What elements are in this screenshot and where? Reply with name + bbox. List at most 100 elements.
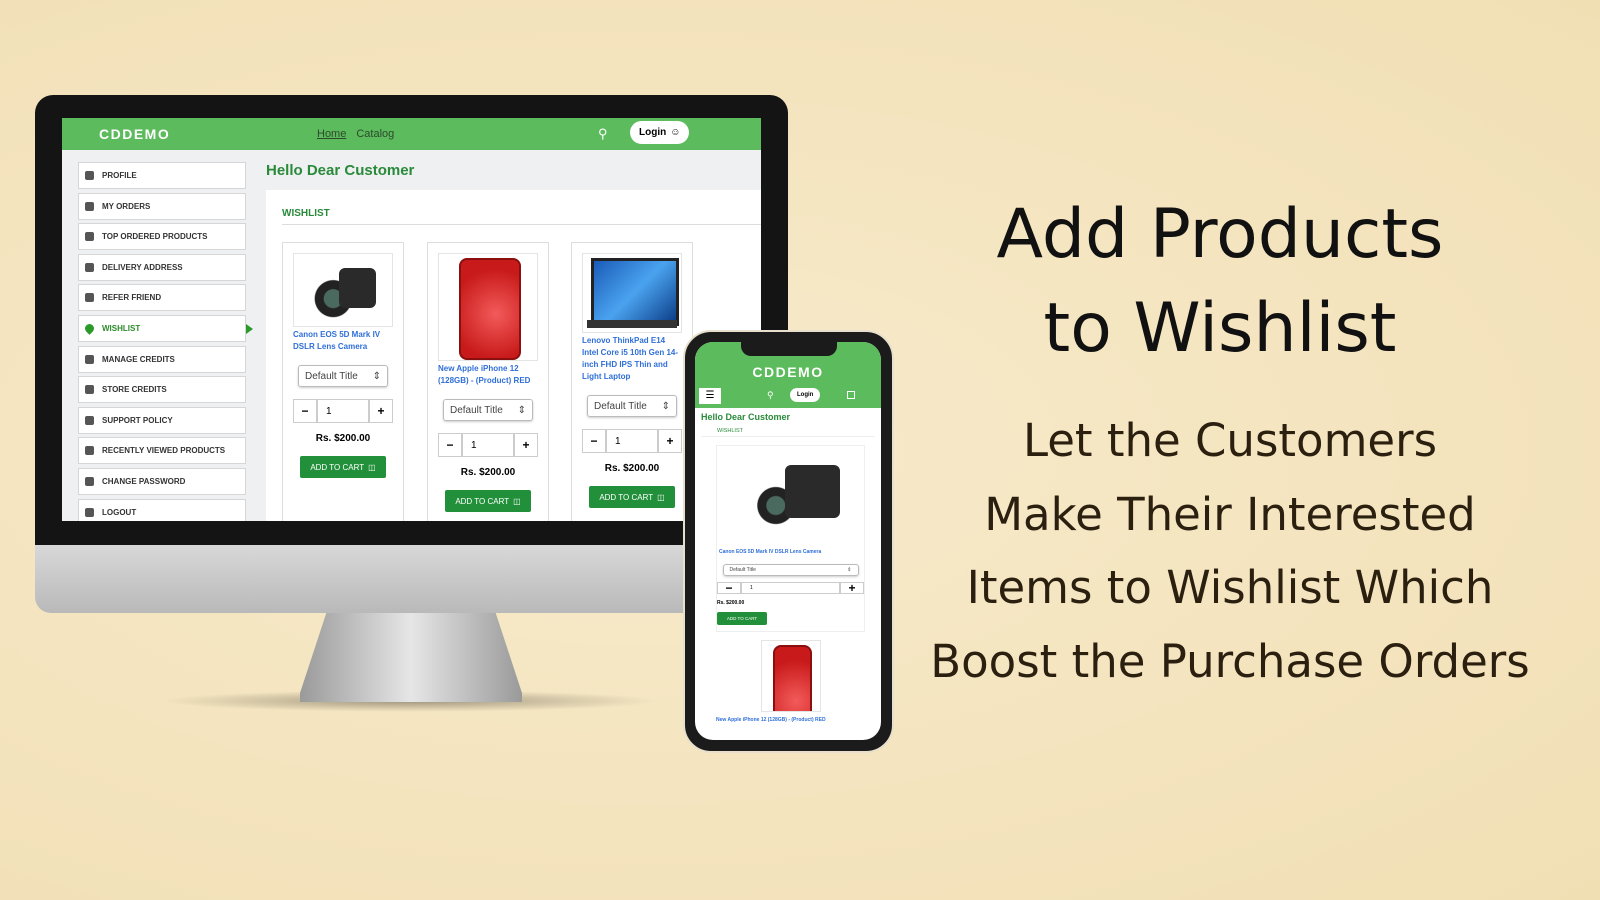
- hamburger-menu-icon[interactable]: ☰: [699, 388, 721, 404]
- desktop-store-screen: CDDEMO HomeCatalog ⚲ Login☺ 2 PROFILEMY …: [62, 118, 761, 521]
- add-to-cart-label: ADD TO CART: [455, 496, 510, 506]
- document-icon: [85, 201, 94, 211]
- qty-input[interactable]: 1: [462, 433, 514, 457]
- product-price: Rs. $200.00: [460, 467, 516, 478]
- mobile-product-card: New Apple iPhone 12 (128GB) - (Product) …: [716, 640, 865, 732]
- qty-input[interactable]: 1: [741, 582, 840, 594]
- mobile-product-card: Canon EOS 5D Mark IV DSLR Lens Camera De…: [716, 445, 865, 632]
- divider: [282, 224, 761, 225]
- user-plus-icon: [85, 293, 94, 303]
- subheadline-line: Let the Customers: [1022, 414, 1438, 467]
- sidebar-item-label: WISHLIST: [102, 323, 141, 333]
- variant-select[interactable]: Default Title ⇕: [587, 395, 677, 417]
- sidebar-item-profile[interactable]: PROFILE: [78, 162, 246, 189]
- variant-select[interactable]: Default Title ⇕: [443, 399, 533, 421]
- mobile-store-screen: CDDEMO ☰ ⚲ Login Hello Dear Customer WIS…: [695, 342, 881, 740]
- brand-logo[interactable]: CDDEMO: [99, 126, 170, 142]
- product-name-link[interactable]: Canon EOS 5D Mark IV DSLR Lens Camera: [717, 544, 864, 560]
- cart-icon[interactable]: [847, 391, 855, 399]
- sidebar-item-label: STORE CREDITS: [102, 385, 167, 395]
- monitor-chin: [35, 545, 788, 613]
- variant-value: Default Title: [729, 567, 756, 573]
- add-to-cart-button[interactable]: ADD TO CART ◫: [445, 490, 531, 512]
- product-image[interactable]: [293, 253, 393, 327]
- search-icon[interactable]: ⚲: [598, 126, 608, 142]
- sidebar-item-manage-credits[interactable]: MANAGE CREDITS: [78, 345, 246, 373]
- mobile-login-button[interactable]: Login: [790, 388, 821, 402]
- qty-increase-button[interactable]: +: [658, 429, 682, 453]
- variant-select[interactable]: Default Title ⇕: [722, 564, 859, 576]
- qty-decrease-button[interactable]: −: [293, 399, 317, 423]
- sidebar-item-top-ordered-products[interactable]: TOP ORDERED PRODUCTS: [78, 223, 246, 251]
- sidebar-item-label: REFER FRIEND: [102, 293, 162, 303]
- lifebuoy-icon: [85, 415, 94, 425]
- product-name-link[interactable]: Canon EOS 5D Mark IV DSLR Lens Camera: [293, 329, 393, 353]
- qty-increase-button[interactable]: +: [514, 433, 538, 457]
- top-nav: CDDEMO HomeCatalog ⚲ Login☺ 2: [62, 118, 761, 150]
- login-button[interactable]: Login ☺: [630, 121, 690, 144]
- add-to-cart-button[interactable]: ADD TO CART: [717, 612, 767, 625]
- product-price: Rs. $200.00: [604, 463, 660, 474]
- basket-icon: ◫: [657, 492, 665, 502]
- qty-input[interactable]: 1: [606, 429, 658, 453]
- select-arrows-icon: ⇕: [372, 370, 381, 382]
- wishlist-product-card: New Apple iPhone 12 (128GB) - (Product) …: [427, 242, 549, 521]
- truck-icon: [85, 262, 94, 272]
- sidebar-item-wishlist[interactable]: WISHLIST: [78, 314, 253, 342]
- search-icon[interactable]: ⚲: [767, 390, 774, 401]
- wishlist-heading: WISHLIST: [282, 208, 330, 219]
- rocket-icon: [85, 232, 94, 242]
- monitor-stand: [300, 612, 522, 702]
- basket-icon: ◫: [368, 462, 376, 472]
- sidebar-item-label: MY ORDERS: [102, 201, 151, 211]
- product-image[interactable]: [438, 253, 538, 361]
- select-arrows-icon: ⇕: [517, 404, 526, 416]
- sidebar-item-label: SUPPORT POLICY: [102, 415, 173, 425]
- headline-line: to Wishlist: [1043, 289, 1397, 368]
- sidebar-item-label: MANAGE CREDITS: [102, 354, 175, 364]
- diamond-icon: [85, 385, 94, 395]
- heart-icon: [83, 322, 96, 335]
- nav-links: Home Catalog: [317, 128, 404, 140]
- qty-increase-button[interactable]: +: [369, 399, 393, 423]
- add-to-cart-button[interactable]: ADD TO CART ◫: [300, 456, 386, 478]
- nav-home[interactable]: Home: [317, 128, 346, 140]
- headline: Add Products to Wishlist: [905, 188, 1535, 376]
- qty-decrease-button[interactable]: −: [582, 429, 606, 453]
- product-name-link[interactable]: Lenovo ThinkPad E14 Intel Core i5 10th G…: [582, 335, 682, 383]
- sidebar-item-change-password[interactable]: CHANGE PASSWORD: [78, 467, 246, 495]
- sidebar-item-delivery-address[interactable]: DELIVERY ADDRESS: [78, 253, 246, 281]
- variant-select[interactable]: Default Title ⇕: [298, 365, 388, 387]
- product-name-link[interactable]: New Apple iPhone 12 (128GB) - (Product) …: [716, 714, 865, 726]
- sidebar-item-my-orders[interactable]: MY ORDERS: [78, 192, 246, 220]
- user-icon: ☺: [670, 127, 681, 138]
- mobile-page-title: Hello Dear Customer: [701, 412, 791, 422]
- sidebar-item-label: CHANGE PASSWORD: [102, 476, 186, 486]
- sidebar-item-support-policy[interactable]: SUPPORT POLICY: [78, 406, 246, 434]
- sidebar-item-recently-viewed-products[interactable]: RECENTLY VIEWED PRODUCTS: [78, 437, 246, 465]
- product-image[interactable]: [582, 253, 682, 333]
- qty-increase-button[interactable]: +: [840, 581, 864, 595]
- qty-input[interactable]: 1: [317, 399, 369, 423]
- product-price: Rs. $200.00: [315, 433, 371, 444]
- add-to-cart-label: ADD TO CART: [726, 616, 758, 621]
- sidebar-item-store-credits[interactable]: STORE CREDITS: [78, 376, 246, 404]
- mobile-wishlist-heading: WISHLIST: [701, 426, 875, 437]
- wishlist-product-card: Canon EOS 5D Mark IV DSLR Lens Camera De…: [282, 242, 404, 521]
- select-arrows-icon: ⇕: [661, 400, 670, 412]
- mobile-brand-logo[interactable]: CDDEMO: [695, 364, 881, 380]
- variant-value: Default Title: [450, 404, 503, 416]
- camera-image[interactable]: [717, 446, 864, 542]
- qty-decrease-button[interactable]: −: [717, 581, 741, 595]
- variant-value: Default Title: [305, 370, 358, 382]
- sidebar-item-refer-friend[interactable]: REFER FRIEND: [78, 284, 246, 312]
- add-to-cart-button[interactable]: ADD TO CART ◫: [589, 486, 675, 508]
- product-name-link[interactable]: New Apple iPhone 12 (128GB) - (Product) …: [438, 363, 538, 387]
- sidebar-item-logout[interactable]: LOGOUT: [78, 498, 246, 521]
- nav-catalog[interactable]: Catalog: [356, 128, 394, 140]
- eye-icon: [85, 446, 94, 456]
- wishlist-product-card: Lenovo ThinkPad E14 Intel Core i5 10th G…: [571, 242, 693, 521]
- qty-decrease-button[interactable]: −: [438, 433, 462, 457]
- basket-icon: ◫: [513, 496, 521, 506]
- iphone-image[interactable]: [760, 640, 821, 712]
